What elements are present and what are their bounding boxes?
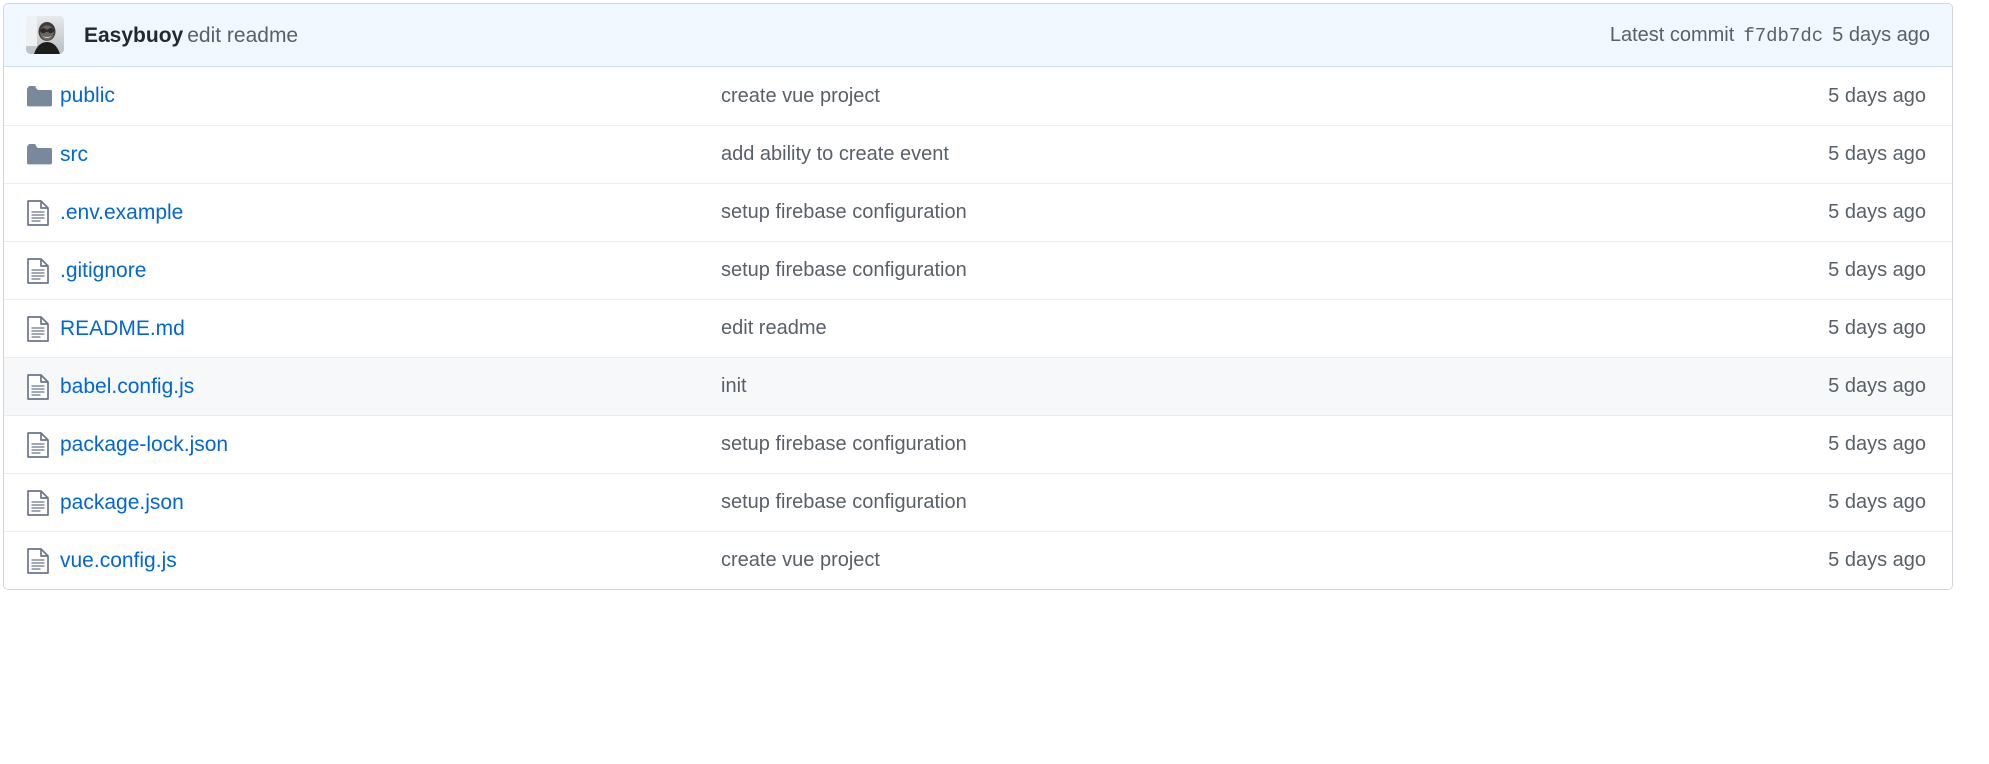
file-name-cell: vue.config.js	[60, 549, 721, 573]
commit-message-link[interactable]: create vue project	[721, 85, 880, 107]
commit-age: 5 days ago	[1828, 549, 1926, 571]
file-name-cell: public	[60, 84, 721, 108]
folder-icon	[27, 85, 52, 107]
file-name-link[interactable]: src	[60, 143, 88, 166]
commit-message-cell: setup firebase configuration	[721, 259, 1592, 282]
table-row[interactable]: package-lock.json setup firebase configu…	[4, 415, 1952, 473]
commit-age: 5 days ago	[1828, 259, 1926, 281]
file-name-link[interactable]: vue.config.js	[60, 549, 177, 572]
file-type-icon-cell	[4, 315, 60, 342]
file-name-cell: README.md	[60, 317, 721, 341]
commit-author[interactable]: Easybuoy	[84, 24, 183, 47]
file-name-cell: .env.example	[60, 201, 721, 225]
file-icon	[27, 547, 49, 574]
file-name-link[interactable]: package-lock.json	[60, 433, 228, 456]
avatar[interactable]	[26, 16, 64, 54]
commit-message-cell: init	[721, 375, 1592, 398]
commit-message-link[interactable]: add ability to create event	[721, 143, 949, 165]
file-name-link[interactable]: .gitignore	[60, 259, 146, 282]
latest-commit-header: Easybuoy edit readme Latest commit f7db7d…	[4, 4, 1952, 67]
file-type-icon-cell	[4, 199, 60, 226]
commit-age-cell: 5 days ago	[1592, 317, 1952, 340]
commit-age-cell: 5 days ago	[1592, 549, 1952, 572]
commit-age: 5 days ago	[1828, 84, 1926, 107]
table-row[interactable]: .env.example setup firebase configuratio…	[4, 183, 1952, 241]
file-name-cell: .gitignore	[60, 259, 721, 283]
commit-message-link[interactable]: setup firebase configuration	[721, 201, 967, 223]
commit-message-link[interactable]: setup firebase configuration	[721, 491, 967, 513]
table-row[interactable]: README.md edit readme 5 days ago	[4, 299, 1952, 357]
file-name-link[interactable]: package.json	[60, 491, 184, 514]
file-type-icon-cell	[4, 547, 60, 574]
commit-header-message[interactable]: edit readme	[187, 24, 298, 47]
file-name-link[interactable]: public	[60, 84, 115, 107]
commit-message-link[interactable]: edit readme	[721, 317, 827, 339]
table-row[interactable]: src add ability to create event 5 days a…	[4, 125, 1952, 183]
commit-message-cell: add ability to create event	[721, 143, 1592, 166]
commit-age-cell: 5 days ago	[1592, 85, 1952, 108]
commit-age-cell: 5 days ago	[1592, 375, 1952, 398]
file-icon	[27, 431, 49, 458]
table-row[interactable]: public create vue project 5 days ago	[4, 67, 1952, 125]
commit-age-cell: 5 days ago	[1592, 143, 1952, 166]
file-icon	[27, 489, 49, 516]
commit-message-cell: edit readme	[721, 317, 1592, 340]
file-icon	[27, 315, 49, 342]
table-row[interactable]: vue.config.js create vue project 5 days …	[4, 531, 1952, 589]
file-name-cell: package.json	[60, 491, 721, 515]
file-name-link[interactable]: README.md	[60, 317, 185, 340]
commit-age: 5 days ago	[1828, 143, 1926, 165]
table-row[interactable]: package.json setup firebase configuratio…	[4, 473, 1952, 531]
file-type-icon-cell	[4, 431, 60, 458]
file-type-icon-cell	[4, 85, 60, 107]
latest-commit-meta: Latest commit f7db7dc 5 days ago	[1610, 24, 1930, 47]
commit-age-cell: 5 days ago	[1592, 201, 1952, 224]
latest-commit-age: 5 days ago	[1832, 23, 1930, 46]
file-icon	[27, 257, 49, 284]
commit-age: 5 days ago	[1828, 433, 1926, 455]
file-icon	[27, 199, 49, 226]
commit-age: 5 days ago	[1828, 201, 1926, 223]
commit-message-link[interactable]: create vue project	[721, 549, 880, 571]
latest-commit-label: Latest commit	[1609, 23, 1735, 46]
file-name-cell: src	[60, 143, 721, 167]
file-type-icon-cell	[4, 257, 60, 284]
commit-age: 5 days ago	[1828, 491, 1926, 513]
commit-age-cell: 5 days ago	[1592, 491, 1952, 514]
folder-icon	[27, 144, 52, 165]
table-row[interactable]: babel.config.js init 5 days ago	[4, 357, 1952, 415]
commit-age: 5 days ago	[1828, 317, 1926, 339]
file-type-icon-cell	[4, 373, 60, 400]
file-name-link[interactable]: .env.example	[60, 201, 183, 224]
commit-message-cell: create vue project	[721, 85, 1592, 108]
repository-file-table: Easybuoy edit readme Latest commit f7db7d…	[3, 3, 1953, 590]
commit-message-cell: setup firebase configuration	[721, 201, 1592, 224]
commit-message-cell: create vue project	[721, 549, 1592, 572]
file-row-list: public create vue project 5 days ago src…	[4, 67, 1952, 589]
commit-age-cell: 5 days ago	[1592, 259, 1952, 282]
commit-sha[interactable]: f7db7dc	[1743, 25, 1823, 47]
commit-message-link[interactable]: setup firebase configuration	[721, 433, 967, 455]
file-icon	[27, 373, 49, 400]
commit-message-link[interactable]: setup firebase configuration	[721, 259, 967, 281]
commit-age-cell: 5 days ago	[1592, 433, 1952, 456]
file-name-cell: package-lock.json	[60, 433, 721, 457]
file-type-icon-cell	[4, 144, 60, 165]
commit-age: 5 days ago	[1828, 375, 1926, 397]
file-name-link[interactable]: babel.config.js	[60, 375, 194, 398]
file-type-icon-cell	[4, 489, 60, 516]
commit-message-link[interactable]: init	[721, 375, 747, 397]
table-row[interactable]: .gitignore setup firebase configuration …	[4, 241, 1952, 299]
commit-message-cell: setup firebase configuration	[721, 433, 1592, 456]
file-name-cell: babel.config.js	[60, 375, 721, 399]
commit-author-line: Easybuoy edit readme	[84, 25, 298, 46]
commit-message-cell: setup firebase configuration	[721, 491, 1592, 514]
